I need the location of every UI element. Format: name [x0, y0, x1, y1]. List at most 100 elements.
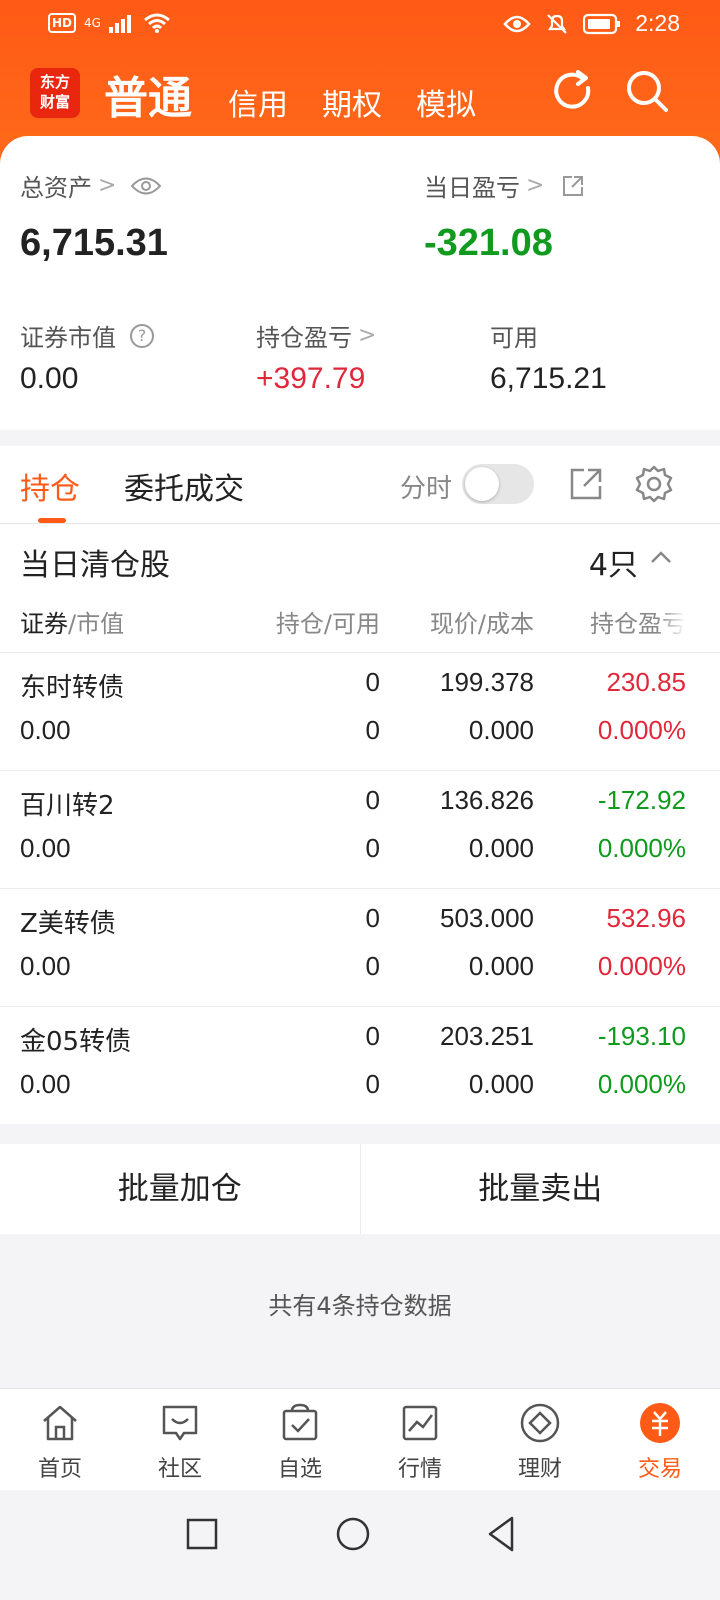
external-link-icon[interactable]	[560, 173, 586, 199]
trade-icon	[640, 1403, 680, 1443]
battery-icon	[583, 13, 621, 34]
holding-pnl-link[interactable]: 持仓盈亏 >	[256, 318, 376, 353]
current-price: 203.251	[440, 1021, 534, 1051]
share-icon[interactable]	[566, 464, 606, 504]
back-icon[interactable]	[480, 1512, 524, 1556]
tab-holdings[interactable]: 持仓	[20, 464, 80, 508]
tab-credit[interactable]: 信用	[228, 80, 288, 124]
home-button-icon[interactable]	[331, 1512, 375, 1556]
position-pnl-pct: 0.000%	[597, 715, 686, 745]
col-market-value-label: /市值	[68, 610, 125, 638]
col-price: 现价/成本	[429, 610, 534, 638]
system-nav-bar	[0, 1490, 720, 1600]
position-row[interactable]: Z美转债 0.00 0 0 503.000 0.000 532.96 0.000%	[0, 888, 720, 1006]
available-qty: 0	[365, 833, 380, 863]
position-row[interactable]: 东时转债 0.00 0 0 199.378 0.000 230.85 0.000%	[0, 652, 720, 770]
cost-price: 0.000	[468, 715, 534, 745]
search-icon[interactable]	[622, 66, 672, 116]
top-nav: 东方 财富 普通 信用 期权 模拟	[0, 60, 720, 130]
gear-icon[interactable]	[634, 464, 674, 504]
col-position: 持仓/可用	[275, 610, 380, 638]
watchlist-icon	[282, 1403, 318, 1441]
bottom-nav: 首页 社区 自选 行情 理财 交易	[0, 1388, 720, 1490]
signal-icon	[108, 15, 131, 33]
position-qty: 0	[365, 667, 380, 697]
chevron-right-icon: >	[358, 323, 377, 348]
nav-community[interactable]: 社区	[120, 1389, 240, 1490]
cost-price: 0.000	[468, 1069, 534, 1099]
available-qty: 0	[365, 715, 380, 745]
nav-label: 交易	[637, 1457, 682, 1482]
holding-pnl-value: +397.79	[256, 362, 366, 395]
position-pnl: 532.96	[606, 903, 686, 933]
daily-pnl-link[interactable]: 当日盈亏 >	[424, 168, 586, 203]
home-icon	[43, 1405, 77, 1441]
nav-label: 自选	[277, 1457, 322, 1482]
intraday-label: 分时	[400, 474, 453, 504]
position-pnl: 230.85	[606, 667, 686, 697]
col-security: 证券/市值	[20, 604, 124, 639]
batch-sell-button[interactable]: 批量卖出	[361, 1144, 720, 1234]
app-logo: 东方 财富	[30, 68, 80, 118]
market-value-label: 证券市值	[20, 324, 116, 352]
mute-bell-icon	[547, 13, 568, 34]
total-assets-value: 6,715.31	[20, 222, 168, 264]
nav-label: 首页	[37, 1457, 82, 1482]
position-pnl: -172.92	[597, 785, 686, 815]
position-qty: 0	[365, 785, 380, 815]
help-icon[interactable]: ?	[130, 323, 154, 348]
tab-options[interactable]: 期权	[322, 80, 382, 124]
daily-pnl-value: -321.08	[424, 222, 553, 264]
total-assets-label: 总资产	[20, 174, 92, 202]
position-row[interactable]: 百川转2 0.00 0 0 136.826 0.000 -172.92 0.000%	[0, 770, 720, 888]
position-pnl-pct: 0.000%	[597, 1069, 686, 1099]
holdings-count-note: 共有4条持仓数据	[268, 1292, 452, 1320]
total-assets-link[interactable]: 总资产 >	[20, 168, 162, 203]
eye-icon[interactable]	[130, 175, 162, 197]
logo-text-1: 东方	[39, 73, 70, 91]
eye-icon	[503, 15, 531, 32]
column-headers: 证券/市值 持仓/可用 现价/成本 持仓盈亏	[0, 594, 720, 652]
chevron-right-icon: >	[526, 173, 545, 198]
security-name: 百川转2	[20, 791, 115, 821]
nav-watchlist[interactable]: 自选	[240, 1389, 360, 1490]
batch-add-button[interactable]: 批量加仓	[0, 1144, 360, 1234]
nav-trade[interactable]: 交易	[600, 1389, 720, 1490]
tab-orders[interactable]: 委托成交	[124, 464, 244, 508]
cost-price: 0.000	[468, 951, 534, 981]
security-name: 金05转债	[20, 1027, 132, 1057]
daily-pnl-label: 当日盈亏	[424, 174, 520, 202]
nav-market[interactable]: 行情	[360, 1389, 480, 1490]
security-name: Z美转债	[20, 909, 116, 939]
available-qty: 0	[365, 951, 380, 981]
holdings-tabs: 持仓 委托成交 分时	[0, 446, 720, 524]
market-value: 0.00	[20, 1069, 71, 1099]
community-icon	[162, 1405, 198, 1441]
tab-simulate[interactable]: 模拟	[416, 80, 476, 124]
cleared-section-header[interactable]: 当日清仓股 4只	[0, 524, 720, 594]
nav-label: 社区	[157, 1457, 202, 1482]
available-qty: 0	[365, 1069, 380, 1099]
position-row[interactable]: 金05转债 0.00 0 0 203.251 0.000 -193.10 0.000%	[0, 1006, 720, 1124]
market-value-label-row: 证券市值 ?	[20, 318, 154, 353]
network-type: 4G	[84, 16, 101, 30]
refresh-icon[interactable]	[548, 66, 598, 116]
nav-home[interactable]: 首页	[0, 1389, 120, 1490]
available-value: 6,715.21	[490, 362, 607, 395]
intraday-toggle[interactable]	[462, 464, 534, 504]
chevron-up-icon[interactable]	[648, 544, 674, 570]
wealth-icon	[520, 1403, 560, 1443]
recent-apps-icon[interactable]	[180, 1512, 224, 1556]
market-value: 0.00	[20, 951, 71, 981]
position-pnl-pct: 0.000%	[597, 833, 686, 863]
market-value: 0.00	[20, 833, 71, 863]
wifi-icon	[143, 13, 170, 33]
current-price: 503.000	[440, 903, 534, 933]
cost-price: 0.000	[468, 833, 534, 863]
nav-wealth[interactable]: 理财	[480, 1389, 600, 1490]
nav-label: 理财	[517, 1457, 562, 1482]
batch-actions: 批量加仓 批量卖出	[0, 1144, 720, 1234]
tab-normal[interactable]: 普通	[104, 62, 192, 126]
market-icon	[402, 1405, 438, 1441]
hd-badge: HD	[48, 13, 77, 33]
